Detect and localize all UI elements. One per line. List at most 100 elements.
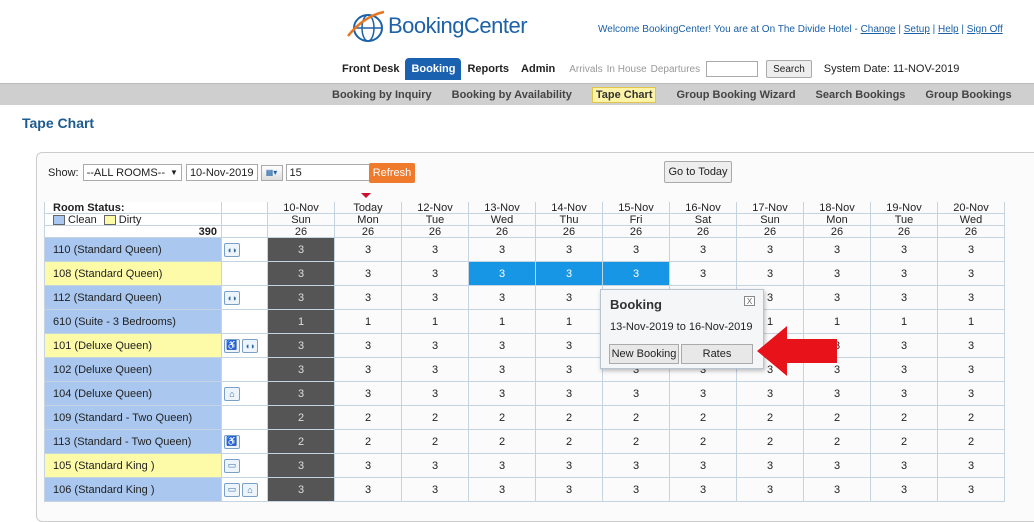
search-button[interactable]: Search <box>766 60 812 78</box>
availability-cell[interactable]: 3 <box>603 382 670 406</box>
availability-cell[interactable]: 3 <box>804 262 871 286</box>
availability-cell[interactable]: 3 <box>268 262 335 286</box>
availability-cell[interactable]: 3 <box>469 286 536 310</box>
close-icon[interactable]: X <box>744 296 755 306</box>
refresh-button[interactable]: Refresh <box>369 163 415 183</box>
availability-cell[interactable]: 3 <box>804 382 871 406</box>
availability-cell[interactable]: 2 <box>268 430 335 454</box>
availability-cell[interactable]: 3 <box>536 358 603 382</box>
availability-cell[interactable]: 3 <box>469 382 536 406</box>
setup-link[interactable]: Setup <box>904 24 930 35</box>
availability-cell[interactable]: 3 <box>268 334 335 358</box>
room-name[interactable]: 610 (Suite - 3 Bedrooms) <box>44 310 222 334</box>
tab-reports[interactable]: Reports <box>461 58 515 80</box>
availability-cell[interactable]: 3 <box>536 382 603 406</box>
room-name[interactable]: 102 (Deluxe Queen) <box>44 358 222 382</box>
bookingcenter-logo[interactable]: BookingCenter <box>346 6 528 46</box>
availability-cell[interactable]: 3 <box>670 478 737 502</box>
availability-cell[interactable]: 3 <box>737 454 804 478</box>
availability-cell[interactable]: 3 <box>871 238 938 262</box>
availability-cell[interactable]: 3 <box>670 382 737 406</box>
availability-cell[interactable]: 2 <box>737 406 804 430</box>
new-booking-button[interactable]: New Booking <box>609 344 679 364</box>
availability-cell[interactable]: 3 <box>804 286 871 310</box>
tab-admin[interactable]: Admin <box>515 58 561 80</box>
availability-cell[interactable]: 3 <box>335 358 402 382</box>
room-name[interactable]: 110 (Standard Queen) <box>44 238 222 262</box>
availability-cell[interactable]: 3 <box>268 478 335 502</box>
availability-cell[interactable]: 3 <box>335 382 402 406</box>
availability-cell[interactable]: 3 <box>670 262 737 286</box>
availability-cell[interactable]: 3 <box>536 286 603 310</box>
subnav-group-booking-wizard[interactable]: Group Booking Wizard <box>676 89 795 101</box>
availability-cell[interactable]: 3 <box>268 358 335 382</box>
availability-cell[interactable]: 2 <box>536 430 603 454</box>
sign-off-link[interactable]: Sign Off <box>967 24 1003 35</box>
room-name[interactable]: 112 (Standard Queen) <box>44 286 222 310</box>
start-date-input[interactable]: 10-Nov-2019 <box>185 164 258 181</box>
tab-front-desk[interactable]: Front Desk <box>336 58 405 80</box>
availability-cell[interactable]: 3 <box>402 478 469 502</box>
availability-cell[interactable]: 3 <box>268 286 335 310</box>
availability-cell[interactable]: 3 <box>871 382 938 406</box>
availability-cell[interactable]: 1 <box>871 310 938 334</box>
availability-cell[interactable]: 3 <box>737 478 804 502</box>
availability-cell[interactable]: 2 <box>603 430 670 454</box>
availability-cell[interactable]: 1 <box>536 310 603 334</box>
availability-cell[interactable]: 3 <box>804 454 871 478</box>
availability-cell[interactable]: 2 <box>268 406 335 430</box>
availability-cell[interactable]: 3 <box>402 334 469 358</box>
availability-cell[interactable]: 2 <box>335 430 402 454</box>
go-to-today-button[interactable]: Go to Today <box>664 161 732 183</box>
availability-cell[interactable]: 3 <box>603 478 670 502</box>
availability-cell[interactable]: 1 <box>335 310 402 334</box>
availability-cell[interactable]: 3 <box>938 478 1005 502</box>
availability-cell[interactable]: 3 <box>268 382 335 406</box>
availability-cell[interactable]: 3 <box>737 262 804 286</box>
availability-cell[interactable]: 2 <box>871 406 938 430</box>
availability-cell[interactable]: 3 <box>737 382 804 406</box>
availability-cell[interactable]: 1 <box>469 310 536 334</box>
availability-cell[interactable]: 3 <box>871 454 938 478</box>
availability-cell[interactable]: 2 <box>804 430 871 454</box>
change-link[interactable]: Change <box>861 24 896 35</box>
availability-cell[interactable]: 1 <box>268 310 335 334</box>
subnav-search-bookings[interactable]: Search Bookings <box>816 89 906 101</box>
room-name[interactable]: 109 (Standard - Two Queen) <box>44 406 222 430</box>
availability-cell[interactable]: 3 <box>469 334 536 358</box>
availability-cell[interactable]: 3 <box>536 262 603 286</box>
in-house-link[interactable]: In House <box>607 64 647 75</box>
availability-cell[interactable]: 3 <box>938 454 1005 478</box>
subnav-booking-by-availability[interactable]: Booking by Availability <box>452 89 572 101</box>
availability-cell[interactable]: 3 <box>670 238 737 262</box>
availability-cell[interactable]: 3 <box>335 334 402 358</box>
availability-cell[interactable]: 3 <box>402 382 469 406</box>
availability-cell[interactable]: 3 <box>536 454 603 478</box>
availability-cell[interactable]: 3 <box>938 238 1005 262</box>
availability-cell[interactable]: 3 <box>402 262 469 286</box>
availability-cell[interactable]: 3 <box>268 454 335 478</box>
availability-cell[interactable]: 3 <box>536 238 603 262</box>
rates-button[interactable]: Rates <box>681 344 753 364</box>
availability-cell[interactable]: 3 <box>804 478 871 502</box>
availability-cell[interactable]: 3 <box>737 238 804 262</box>
availability-cell[interactable]: 3 <box>402 238 469 262</box>
calendar-icon[interactable]: ▦▾ <box>260 164 283 181</box>
availability-cell[interactable]: 2 <box>469 430 536 454</box>
availability-cell[interactable]: 3 <box>335 286 402 310</box>
availability-cell[interactable]: 2 <box>335 406 402 430</box>
availability-cell[interactable]: 3 <box>402 286 469 310</box>
availability-cell[interactable]: 3 <box>804 238 871 262</box>
availability-cell[interactable]: 3 <box>335 238 402 262</box>
arrivals-link[interactable]: Arrivals <box>569 64 602 75</box>
availability-cell[interactable]: 2 <box>670 406 737 430</box>
availability-cell[interactable]: 3 <box>938 334 1005 358</box>
subnav-group-bookings[interactable]: Group Bookings <box>925 89 1011 101</box>
availability-cell[interactable]: 1 <box>938 310 1005 334</box>
availability-cell[interactable]: 3 <box>603 238 670 262</box>
tab-booking[interactable]: Booking <box>405 58 462 80</box>
availability-cell[interactable]: 1 <box>402 310 469 334</box>
availability-cell[interactable]: 3 <box>670 454 737 478</box>
availability-cell[interactable]: 3 <box>268 238 335 262</box>
availability-cell[interactable]: 3 <box>871 262 938 286</box>
